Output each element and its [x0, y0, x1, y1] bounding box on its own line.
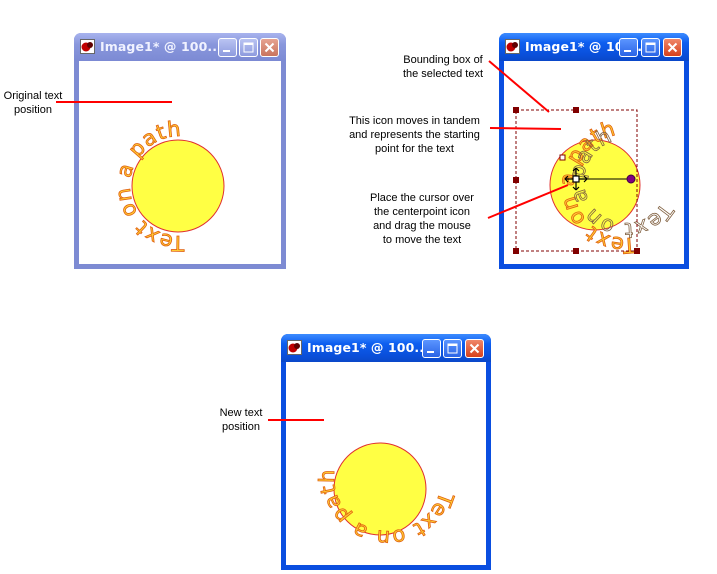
close-button[interactable]: [663, 38, 682, 57]
callout-new-position: New text position: [219, 407, 263, 433]
app-icon: [505, 39, 520, 54]
close-icon: [264, 42, 275, 53]
callout-original-position: Original text position: [3, 90, 63, 116]
close-button[interactable]: [260, 38, 279, 57]
maximize-icon: [243, 42, 254, 53]
callout-bounding-box: Bounding box of the selected text: [402, 54, 484, 80]
title-bar[interactable]: Image1* @ 100...: [499, 33, 689, 61]
window-title: Image1* @ 100...: [100, 39, 222, 54]
maximize-button[interactable]: [641, 38, 660, 57]
maximize-button[interactable]: [239, 38, 258, 57]
canvas[interactable]: Text on a path: [286, 362, 486, 565]
window-new-position: Image1* @ 100... Text on a path: [281, 334, 491, 570]
app-icon: [80, 39, 95, 54]
canvas[interactable]: Text on a path Text on a path: [504, 61, 684, 264]
app-icon: [287, 340, 302, 355]
window-selected: Image1* @ 100... Text on a path Text on …: [499, 33, 689, 269]
callout-start-icon: This icon moves in tandem and represents…: [349, 115, 480, 155]
window-original: Image1* @ 100... Text on a path: [74, 33, 286, 269]
callout-center-icon: Place the cursor over the centerpoint ic…: [370, 192, 474, 246]
title-bar[interactable]: Image1* @ 100...: [74, 33, 286, 61]
minimize-button[interactable]: [218, 38, 237, 57]
close-icon: [469, 343, 480, 354]
window-title: Image1* @ 100...: [307, 340, 429, 355]
maximize-button[interactable]: [443, 339, 462, 358]
title-bar[interactable]: Image1* @ 100...: [281, 334, 491, 362]
maximize-icon: [645, 42, 656, 53]
image-content[interactable]: Text on a path: [286, 362, 486, 565]
maximize-icon: [447, 343, 458, 354]
canvas[interactable]: Text on a path: [79, 61, 281, 264]
minimize-icon: [624, 50, 631, 52]
image-content[interactable]: Text on a path: [79, 61, 281, 264]
close-icon: [667, 42, 678, 53]
minimize-icon: [427, 351, 434, 353]
minimize-icon: [223, 50, 230, 52]
minimize-button[interactable]: [422, 339, 441, 358]
image-content[interactable]: Text on a path Text on a path: [504, 61, 684, 264]
close-button[interactable]: [465, 339, 484, 358]
minimize-button[interactable]: [619, 38, 638, 57]
start-point-icon[interactable]: [559, 154, 566, 161]
